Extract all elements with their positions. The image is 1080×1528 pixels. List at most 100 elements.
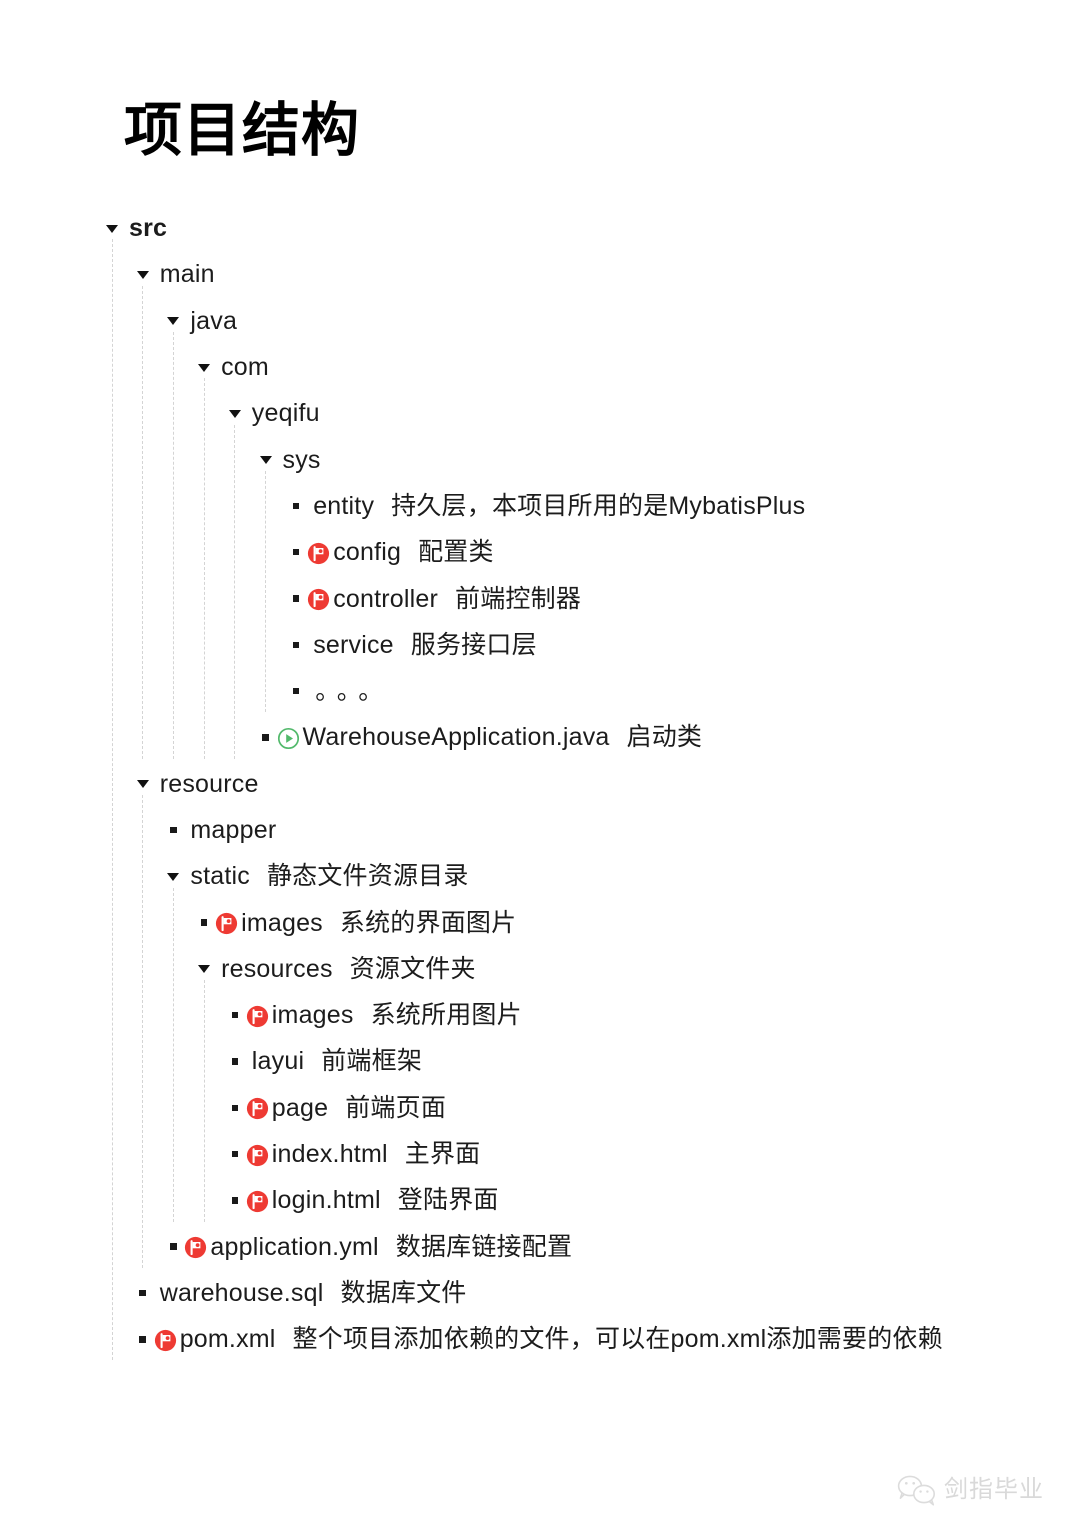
tree-item-label: static	[190, 862, 250, 891]
ellipsis-placeholder: 。。。	[315, 677, 393, 706]
red-flag-icon	[154, 1329, 177, 1352]
tree-row[interactable]: resources 资源文件夹	[0, 946, 1080, 992]
bullet-square-icon	[226, 1150, 244, 1158]
bullet-square-icon	[287, 687, 305, 695]
footer-watermark: 剑指毕业	[897, 1474, 1044, 1506]
tree-item-label: index.html	[271, 1140, 388, 1169]
bullet-square-icon	[257, 734, 275, 741]
tree-item-label: entity	[313, 491, 375, 520]
tree-row[interactable]: com	[0, 344, 1080, 390]
expand-triangle-icon[interactable]	[164, 316, 182, 326]
bullet-square-icon	[164, 1243, 182, 1250]
tree-item-label: application.yml	[210, 1232, 379, 1261]
tree-item-description: 系统的界面图片	[339, 908, 517, 937]
tree-item-label: yeqifu	[251, 399, 320, 428]
page-title: 项目结构	[124, 98, 361, 163]
bullet-square-icon	[226, 1197, 244, 1204]
expand-triangle-icon[interactable]	[195, 363, 213, 372]
tree-item-description: 启动类	[626, 723, 703, 752]
tree-item-label: pom.xml	[179, 1325, 276, 1354]
tree-row[interactable]: yeqifu	[0, 390, 1080, 436]
tree-item-label: login.html	[271, 1186, 381, 1215]
tree-item-description: 数据库链接配置	[395, 1232, 573, 1261]
tree-item-label: java	[190, 306, 238, 335]
tree-item-description: 整个项目添加依赖的文件，可以在pom.xml添加需要的依赖	[292, 1325, 943, 1354]
tree-item-description: 前端框架	[321, 1047, 423, 1076]
tree-row[interactable]: sys	[0, 436, 1080, 482]
tree-row[interactable]: WarehouseApplication.java 启动类	[0, 714, 1080, 760]
tree-row[interactable]: src	[0, 205, 1080, 251]
red-flag-icon	[246, 1005, 269, 1028]
tree-item-description: 资源文件夹	[349, 954, 476, 983]
tree-row[interactable]: resource	[0, 761, 1080, 807]
tree-item-label: images	[271, 1001, 354, 1030]
tree-item-label: WarehouseApplication.java	[302, 723, 610, 752]
tree-item-description: 系统所用图片	[370, 1001, 522, 1030]
tree-item-description: 登陆界面	[397, 1186, 499, 1215]
tree-item-label: page	[271, 1093, 329, 1122]
watermark-label: 剑指毕业	[944, 1476, 1044, 1503]
expand-triangle-icon[interactable]	[134, 779, 152, 789]
tree-row[interactable]: service 服务接口层	[0, 622, 1080, 668]
tree-item-label: main	[159, 260, 215, 289]
tree-row[interactable]: mapper	[0, 807, 1080, 853]
bullet-square-icon	[134, 1289, 152, 1297]
tree-item-description: 静态文件资源目录	[266, 862, 469, 891]
expand-triangle-icon[interactable]	[164, 872, 182, 881]
tree-row[interactable]: page 前端页面	[0, 1085, 1080, 1131]
tree-row[interactable]: 。。。	[0, 668, 1080, 714]
tree-item-description: 数据库文件	[340, 1278, 467, 1307]
tree-item-label: sys	[282, 445, 321, 474]
red-flag-icon	[215, 912, 238, 935]
tree-row[interactable]: application.yml 数据库链接配置	[0, 1224, 1080, 1270]
expand-triangle-icon[interactable]	[195, 964, 213, 974]
tree-item-label: layui	[251, 1047, 305, 1076]
expand-triangle-icon[interactable]	[134, 270, 152, 279]
bullet-square-icon	[287, 641, 305, 649]
tree-row[interactable]: login.html 登陆界面	[0, 1177, 1080, 1223]
bullet-square-icon	[287, 548, 305, 556]
tree-item-description: 前端控制器	[455, 584, 582, 613]
tree-row[interactable]: main	[0, 251, 1080, 297]
project-structure-page: 项目结构 src main java com yeqifu sys entity 持久层，本项…	[0, 0, 1080, 1528]
tree-item-description: 服务接口层	[410, 630, 537, 659]
tree-row[interactable]: entity 持久层，本项目所用的是MybatisPlus	[0, 483, 1080, 529]
tree-item-label: mapper	[190, 816, 277, 844]
red-flag-icon	[184, 1236, 207, 1259]
tree-row[interactable]: pom.xml 整个项目添加依赖的文件，可以在pom.xml添加需要的依赖	[0, 1316, 1080, 1362]
tree-row[interactable]: warehouse.sql 数据库文件	[0, 1270, 1080, 1316]
tree-row[interactable]: controller 前端控制器	[0, 575, 1080, 621]
bullet-square-icon	[287, 502, 305, 510]
tree-item-label: src	[129, 214, 168, 243]
tree-row[interactable]: static 静态文件资源目录	[0, 853, 1080, 899]
expand-triangle-icon[interactable]	[257, 455, 275, 465]
tree-row[interactable]: images 系统的界面图片	[0, 899, 1080, 945]
tree-item-label: config	[333, 538, 402, 567]
bullet-square-icon	[226, 1104, 244, 1112]
tree-item-label: warehouse.sql	[159, 1278, 324, 1307]
tree-row[interactable]: images 系统所用图片	[0, 992, 1080, 1038]
tree-item-description: 主界面	[404, 1140, 481, 1169]
tree-item-description: 前端页面	[345, 1093, 447, 1122]
tree-item-label: controller	[333, 584, 439, 613]
red-flag-icon	[246, 1190, 269, 1213]
tree-item-label: com	[221, 353, 269, 382]
tree-item-description: 配置类	[418, 538, 494, 567]
tree-item-label: images	[241, 908, 323, 937]
project-file-tree: src main java com yeqifu sys entity 持久层，本项目所用的是…	[0, 205, 1080, 1362]
bullet-square-icon	[287, 595, 305, 602]
red-flag-icon	[246, 1144, 269, 1167]
tree-row[interactable]: java	[0, 298, 1080, 344]
tree-item-label: service	[313, 630, 394, 659]
tree-row[interactable]: index.html 主界面	[0, 1131, 1080, 1177]
green-run-icon	[277, 727, 300, 750]
tree-item-label: resources	[221, 954, 333, 983]
bullet-square-icon	[134, 1336, 152, 1343]
bullet-square-icon	[226, 1011, 244, 1019]
tree-row[interactable]: layui 前端框架	[0, 1038, 1080, 1084]
expand-triangle-icon[interactable]	[103, 224, 121, 233]
tree-item-label: resource	[159, 769, 259, 798]
red-flag-icon	[246, 1097, 269, 1120]
expand-triangle-icon[interactable]	[226, 409, 244, 418]
tree-row[interactable]: config 配置类	[0, 529, 1080, 575]
